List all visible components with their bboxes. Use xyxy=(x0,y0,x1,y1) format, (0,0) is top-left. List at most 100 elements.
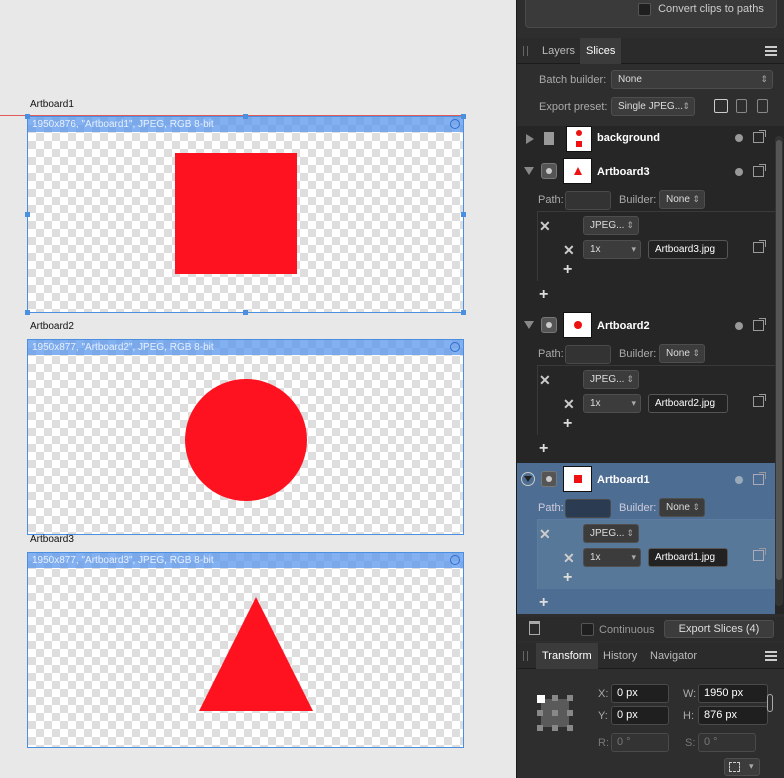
tab-slices[interactable]: Slices xyxy=(580,38,622,64)
rotation-input[interactable]: 0 ° xyxy=(611,733,669,752)
slice-knob[interactable] xyxy=(450,555,460,565)
export-slice-icon[interactable] xyxy=(753,164,766,177)
add-format-icon[interactable]: + xyxy=(539,440,548,458)
export-slice-icon[interactable] xyxy=(753,394,766,407)
add-format-icon[interactable]: + xyxy=(539,594,548,612)
artboard3-label[interactable]: Artboard3 xyxy=(30,534,74,545)
path-input[interactable] xyxy=(565,191,611,210)
path-input[interactable] xyxy=(565,345,611,364)
panel-menu-icon[interactable] xyxy=(765,46,777,56)
selection-handle[interactable] xyxy=(25,212,30,217)
slice-row-artboard3[interactable]: Artboard3 Path: Builder: None ⇕ ✕ JPEG...… xyxy=(517,158,784,303)
transform-options-icon[interactable]: ▾ xyxy=(724,758,760,776)
slice-row-artboard2[interactable]: Artboard2 Path: Builder: None ⇕ ✕ JPEG...… xyxy=(517,312,784,457)
export-slice-icon[interactable] xyxy=(753,318,766,331)
scale-select[interactable]: 1x ▾ xyxy=(583,394,641,413)
scrollbar-thumb[interactable] xyxy=(776,140,782,580)
expand-icon[interactable] xyxy=(526,134,534,144)
artboard3[interactable]: 1950x877, "Artboard3", JPEG, RGB 8-bit xyxy=(27,552,464,748)
status-dot-icon xyxy=(735,134,743,142)
artboard1[interactable]: 1950x876, "Artboard1", JPEG, RGB 8-bit xyxy=(27,116,464,313)
add-scale-icon[interactable]: + xyxy=(563,415,572,433)
x-input[interactable]: 0 px xyxy=(611,684,669,703)
chevron-updown-icon: ⇕ xyxy=(626,528,634,538)
h-input[interactable]: 876 px xyxy=(698,706,768,725)
trash-icon[interactable] xyxy=(529,621,540,635)
filename-input[interactable]: Artboard1.jpg xyxy=(648,548,728,567)
lock-ratio-icon[interactable] xyxy=(767,694,773,712)
artboard2-label[interactable]: Artboard2 xyxy=(30,321,74,332)
add-format-icon[interactable]: + xyxy=(539,286,548,304)
y-input[interactable]: 0 px xyxy=(611,706,669,725)
panel-grip-icon[interactable] xyxy=(523,46,528,56)
collapse-icon[interactable] xyxy=(524,321,534,329)
filename-input[interactable]: Artboard3.jpg xyxy=(648,240,728,259)
artboard2[interactable]: 1950x877, "Artboard2", JPEG, RGB 8-bit xyxy=(27,339,464,535)
tab-history[interactable]: History xyxy=(597,643,643,669)
export-slice-icon[interactable] xyxy=(753,548,766,561)
remove-scale-icon[interactable]: ✕ xyxy=(563,242,575,259)
selection-handle[interactable] xyxy=(461,212,466,217)
shear-input[interactable]: 0 ° xyxy=(698,733,756,752)
slice-row-artboard1[interactable]: Artboard1 Path: Builder: None ⇕ ✕ JPEG...… xyxy=(517,466,784,611)
continuous-checkbox[interactable] xyxy=(581,623,594,636)
w-input[interactable]: 1950 px xyxy=(698,684,768,703)
remove-format-icon[interactable]: ✕ xyxy=(539,218,551,235)
canvas[interactable]: Artboard1 1950x876, "Artboard1", JPEG, R… xyxy=(0,0,516,778)
selection-handle[interactable] xyxy=(461,114,466,119)
panel-menu-icon[interactable] xyxy=(765,651,777,661)
preset-add-icon[interactable] xyxy=(714,99,728,113)
export-preset-select[interactable]: Single JPEG... ⇕ xyxy=(611,97,695,116)
red-circle[interactable] xyxy=(185,379,307,501)
panel-grip-icon[interactable] xyxy=(523,651,528,661)
artboard3-slice-info: 1950x877, "Artboard3", JPEG, RGB 8-bit xyxy=(28,553,463,568)
format-select[interactable]: JPEG... ⇕ xyxy=(583,524,639,543)
add-scale-icon[interactable]: + xyxy=(563,261,572,279)
selection-handle[interactable] xyxy=(243,114,248,119)
scrollbar[interactable] xyxy=(775,136,783,606)
remove-format-icon[interactable]: ✕ xyxy=(539,372,551,389)
tab-layers[interactable]: Layers xyxy=(536,38,581,64)
remove-scale-icon[interactable]: ✕ xyxy=(563,396,575,413)
remove-scale-icon[interactable]: ✕ xyxy=(563,550,575,567)
export-slice-icon[interactable] xyxy=(753,240,766,253)
filename-input[interactable]: Artboard2.jpg xyxy=(648,394,728,413)
remove-format-icon[interactable]: ✕ xyxy=(539,526,551,543)
add-scale-icon[interactable]: + xyxy=(563,569,572,587)
path-input[interactable] xyxy=(565,499,611,518)
builder-select[interactable]: None ⇕ xyxy=(659,344,705,363)
artboard1-label[interactable]: Artboard1 xyxy=(30,99,74,110)
r-label: R: xyxy=(598,737,609,749)
collapse-icon[interactable] xyxy=(524,167,534,175)
preset-copy-icon[interactable] xyxy=(736,99,747,113)
tab-navigator[interactable]: Navigator xyxy=(644,643,703,669)
tab-transform[interactable]: Transform xyxy=(536,643,598,669)
scale-select[interactable]: 1x ▾ xyxy=(583,240,641,259)
collapse-icon[interactable] xyxy=(521,472,535,486)
format-select[interactable]: JPEG... ⇕ xyxy=(583,370,639,389)
slice-knob[interactable] xyxy=(450,119,460,129)
selection-handle[interactable] xyxy=(25,114,30,119)
format-select[interactable]: JPEG... ⇕ xyxy=(583,216,639,235)
builder-select[interactable]: None ⇕ xyxy=(659,190,705,209)
export-slice-icon[interactable] xyxy=(753,130,766,143)
selection-handle[interactable] xyxy=(243,310,248,315)
batch-builder-select[interactable]: None ⇕ xyxy=(611,70,773,89)
scale-select[interactable]: 1x ▾ xyxy=(583,548,641,567)
slice-row-background[interactable]: background xyxy=(517,126,784,152)
red-square[interactable] xyxy=(175,153,297,274)
chevron-updown-icon: ⇕ xyxy=(692,348,700,358)
status-dot-icon xyxy=(735,322,743,330)
convert-clips-checkbox[interactable] xyxy=(638,3,651,16)
slices-list[interactable]: background Artboard3 Path: Builder: None… xyxy=(517,126,784,614)
selection-handle[interactable] xyxy=(25,310,30,315)
slice-knob[interactable] xyxy=(450,342,460,352)
status-dot-icon xyxy=(735,168,743,176)
export-slice-icon[interactable] xyxy=(753,472,766,485)
export-slices-button[interactable]: Export Slices (4) xyxy=(664,620,774,638)
anchor-point-selector[interactable] xyxy=(537,695,573,731)
selection-handle[interactable] xyxy=(461,310,466,315)
builder-select[interactable]: None ⇕ xyxy=(659,498,705,517)
preset-delete-icon[interactable] xyxy=(757,99,768,113)
red-triangle[interactable] xyxy=(199,597,313,711)
